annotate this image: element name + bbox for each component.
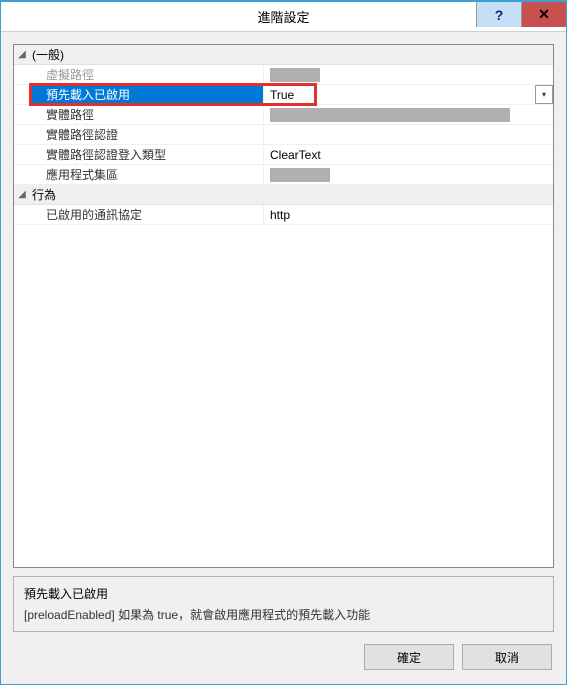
ok-button[interactable]: 確定 xyxy=(364,644,454,670)
property-value xyxy=(264,65,553,84)
property-label: 虛擬路徑 xyxy=(32,65,264,84)
titlebar: 進階設定 ? ✕ xyxy=(1,2,566,32)
preload-value-input[interactable] xyxy=(270,88,318,102)
property-value[interactable] xyxy=(264,165,553,184)
help-button[interactable]: ? xyxy=(476,2,521,27)
property-value[interactable] xyxy=(264,125,553,144)
redacted-value xyxy=(270,108,510,122)
property-app-pool[interactable]: 應用程式集區 xyxy=(14,165,553,185)
description-title: 預先載入已啟用 xyxy=(24,585,543,602)
property-physical-path-creds-logon[interactable]: 實體路徑認證登入類型 ClearText xyxy=(14,145,553,165)
property-physical-path-creds[interactable]: 實體路徑認證 xyxy=(14,125,553,145)
property-value[interactable]: http xyxy=(264,205,553,224)
category-general[interactable]: ◢ (一般) xyxy=(14,45,553,65)
description-text: [preloadEnabled] 如果為 true，就會啟用應用程式的預先載入功… xyxy=(24,606,543,623)
dropdown-button[interactable]: ▾ xyxy=(535,85,553,104)
property-physical-path[interactable]: 實體路徑 xyxy=(14,105,553,125)
property-grid[interactable]: ◢ (一般) 虛擬路徑 預先載入已啟用 ▾ xyxy=(13,44,554,568)
property-value[interactable]: ClearText xyxy=(264,145,553,164)
property-enabled-protocols[interactable]: 已啟用的通訊協定 http xyxy=(14,205,553,225)
collapse-icon[interactable]: ◢ xyxy=(14,49,30,60)
dialog-buttons: 確定 取消 xyxy=(13,640,554,672)
category-behavior[interactable]: ◢ 行為 xyxy=(14,185,553,205)
property-virtual-path[interactable]: 虛擬路徑 xyxy=(14,65,553,85)
advanced-settings-dialog: 進階設定 ? ✕ ◢ (一般) 虛擬路徑 預先載入已 xyxy=(0,0,567,685)
property-value[interactable]: ▾ xyxy=(264,85,553,104)
property-label: 實體路徑認證 xyxy=(32,125,264,144)
property-label: 預先載入已啟用 xyxy=(32,85,264,104)
property-label: 實體路徑 xyxy=(32,105,264,124)
property-preload-enabled[interactable]: 預先載入已啟用 ▾ xyxy=(14,85,553,105)
cancel-button[interactable]: 取消 xyxy=(462,644,552,670)
collapse-icon[interactable]: ◢ xyxy=(14,189,30,200)
category-label: 行為 xyxy=(30,186,56,203)
category-label: (一般) xyxy=(30,46,64,63)
property-label: 實體路徑認證登入類型 xyxy=(32,145,264,164)
titlebar-buttons: ? ✕ xyxy=(476,2,566,31)
redacted-value xyxy=(270,168,330,182)
chevron-down-icon: ▾ xyxy=(542,90,546,99)
redacted-value xyxy=(270,68,320,82)
close-icon: ✕ xyxy=(538,6,550,23)
property-label: 已啟用的通訊協定 xyxy=(32,205,264,224)
description-panel: 預先載入已啟用 [preloadEnabled] 如果為 true，就會啟用應用… xyxy=(13,576,554,632)
property-label: 應用程式集區 xyxy=(32,165,264,184)
property-value[interactable] xyxy=(264,105,553,124)
dialog-content: ◢ (一般) 虛擬路徑 預先載入已啟用 ▾ xyxy=(1,32,566,684)
close-button[interactable]: ✕ xyxy=(521,2,566,27)
